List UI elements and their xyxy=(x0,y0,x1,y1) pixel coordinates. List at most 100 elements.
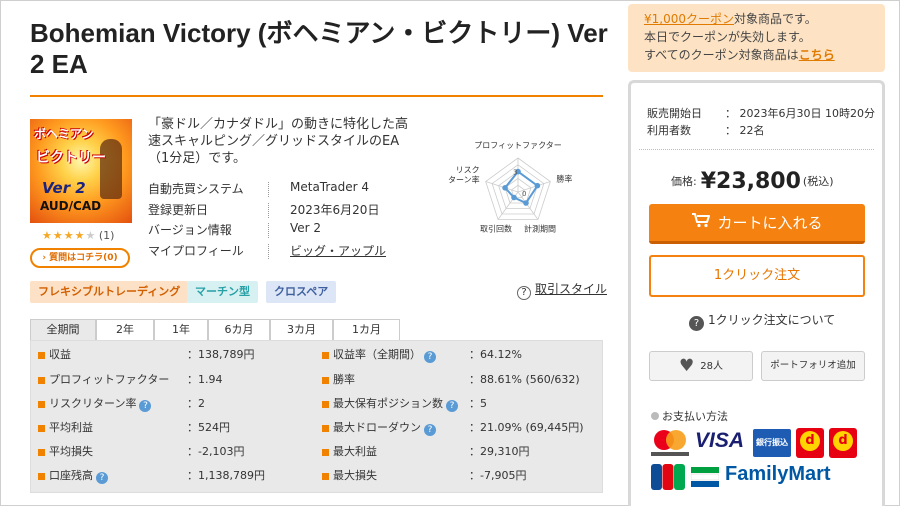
bullet-icon xyxy=(651,412,659,420)
stat-label: 最大損失 xyxy=(333,469,377,482)
stat-value: ：2 xyxy=(187,397,205,410)
stat-value: ：138,789円 xyxy=(187,348,255,361)
users-value: ： 22名 xyxy=(725,124,765,137)
radar-point xyxy=(511,194,517,201)
question-button-label: 質問はコチラ(0) xyxy=(49,253,118,263)
spec-divider xyxy=(268,202,269,218)
visa-icon: VISA xyxy=(695,429,745,452)
tab-2-years[interactable]: 2年 xyxy=(96,319,154,341)
rating[interactable]: ★★★★★ (1) xyxy=(42,229,114,242)
tab-all-period[interactable]: 全期間 xyxy=(30,319,96,341)
chevron-right-icon: › xyxy=(42,253,47,263)
coupon-link[interactable]: ¥1,000クーポン xyxy=(644,12,734,26)
radar-axis-label: ターン率 xyxy=(448,174,480,184)
tab-1-year[interactable]: 1年 xyxy=(154,319,208,341)
spec-label: 登録更新日 xyxy=(148,202,209,217)
coupon-line-1: ¥1,000クーポン対象商品です。 xyxy=(644,12,817,26)
stat-label: 収益 xyxy=(49,348,71,361)
sale-start-value: ： 2023年6月30日 10時20分 xyxy=(725,107,875,120)
tag-flexible-trading[interactable]: フレキシブルトレーディング xyxy=(30,281,189,303)
users-label: 利用者数 xyxy=(647,124,691,137)
trade-style-link[interactable]: ? 取引スタイル xyxy=(517,280,607,300)
coupon-notice: ¥1,000クーポン対象商品です。 本日でクーポンが失効します。 すべてのクーポ… xyxy=(628,4,885,72)
mastercard-icon xyxy=(651,430,689,456)
tag-cross-pair[interactable]: クロスペア xyxy=(266,281,337,303)
bullet-icon xyxy=(322,449,329,456)
product-image-text-2: ビクトリー xyxy=(36,150,106,166)
add-to-cart-label: カートに入れる xyxy=(717,214,823,232)
bullet-icon xyxy=(38,473,45,480)
radar-point xyxy=(523,200,529,206)
stat-label: 最大ドローダウン? xyxy=(333,416,436,440)
question-button[interactable]: › 質問はコチラ(0) xyxy=(30,248,130,268)
help-icon[interactable]: ? xyxy=(424,351,436,363)
stats-table: 収益 ：138,789円 収益率（全期間）? ：64.12% プロフィットファク… xyxy=(30,340,603,493)
favorite-count: 28人 xyxy=(700,361,723,372)
stats-row: 平均損失 ：-2,103円 最大利益 ：29,310円 xyxy=(31,440,604,464)
sale-start-label: 販売開始日 xyxy=(647,107,702,120)
spec-label: バージョン情報 xyxy=(148,223,232,237)
spec-divider xyxy=(268,223,269,238)
stat-value: ：21.09% (69,445円) xyxy=(469,421,584,434)
one-click-order-button[interactable]: 1クリック注文 xyxy=(649,255,865,297)
tab-1-month[interactable]: 1カ月 xyxy=(333,319,400,341)
add-to-cart-button[interactable]: カートに入れる xyxy=(649,204,865,244)
profile-link[interactable]: ビッグ・アップル xyxy=(290,242,386,259)
radar-point xyxy=(534,182,541,189)
d-payment-daily-icon: d xyxy=(829,428,857,458)
stat-value: ：88.61% (560/632) xyxy=(469,373,580,386)
stat-label: プロフィットファクター xyxy=(49,373,170,386)
stat-value: ：-2,103円 xyxy=(187,445,245,458)
stat-label: 口座残高? xyxy=(49,464,108,488)
coupon-line-3: すべてのクーポン対象商品はこちら xyxy=(644,48,835,62)
stat-value: ：64.12% xyxy=(469,348,522,361)
stat-value: ：524円 xyxy=(187,421,230,434)
radar-axis-label: 取引回数 xyxy=(480,224,512,234)
question-icon: ? xyxy=(517,286,531,300)
all-coupons-link[interactable]: こちら xyxy=(799,48,835,62)
stat-value: ：29,310円 xyxy=(469,445,530,458)
title-underline xyxy=(30,95,603,97)
spec-value: MetaTrader 4 xyxy=(290,180,370,194)
radar-axis-label: リスク xyxy=(456,165,480,174)
product-image-text-3: Ver 2 xyxy=(42,179,86,197)
bank-transfer-icon: 銀行振込 xyxy=(753,429,791,457)
stat-label: 勝率 xyxy=(333,373,355,386)
stats-row: 平均利益 ：524円 最大ドローダウン? ：21.09% (69,445円) xyxy=(31,416,604,440)
radar-chart: 0 3 プロフィットファクター勝率計測期間 取引回数 リスクターン率 xyxy=(448,141,572,234)
help-icon[interactable]: ? xyxy=(446,400,458,412)
spec-label: マイプロフィール xyxy=(148,243,244,258)
add-portfolio-button[interactable]: ポートフォリオ追加 xyxy=(761,351,865,381)
spec-divider xyxy=(268,243,269,259)
radar-axis-label: 勝率 xyxy=(556,173,572,183)
price-label: 価格: xyxy=(671,175,697,188)
payment-heading: お支払い方法 xyxy=(651,408,728,424)
radar-axis-label: プロフィットファクター xyxy=(474,141,562,150)
bullet-icon xyxy=(38,449,45,456)
stat-value: ：1,138,789円 xyxy=(187,469,265,482)
tab-6-months[interactable]: 6カ月 xyxy=(208,319,270,341)
radar-tick-label: 0 xyxy=(522,190,526,198)
tag-martingale[interactable]: マーチン型 xyxy=(187,281,258,303)
radar-tick-label: 3 xyxy=(513,169,517,177)
bullet-icon xyxy=(322,425,329,432)
heart-icon: ♥ xyxy=(679,356,695,376)
product-image[interactable]: ボヘミアン ビクトリー Ver 2 AUD/CAD xyxy=(30,119,132,223)
stat-value: ：5 xyxy=(469,397,487,410)
product-image-text-1: ボヘミアン xyxy=(34,127,94,141)
help-icon[interactable]: ? xyxy=(139,400,152,412)
rating-count: (1) xyxy=(98,229,115,242)
favorite-button[interactable]: ♥ 28人 xyxy=(649,351,753,381)
stat-value: ：1.94 xyxy=(187,373,223,386)
one-click-about-link[interactable]: ? 1クリック注文について xyxy=(689,311,835,331)
question-icon: ? xyxy=(689,316,704,331)
help-icon[interactable]: ? xyxy=(96,472,108,484)
bullet-icon xyxy=(38,377,45,384)
trade-style-label: 取引スタイル xyxy=(535,282,608,296)
price-value: ¥23,800 xyxy=(700,169,801,194)
product-image-text-4: AUD/CAD xyxy=(40,199,102,213)
help-icon[interactable]: ? xyxy=(424,424,436,436)
stat-label: 収益率（全期間）? xyxy=(333,343,436,367)
bullet-icon xyxy=(322,401,329,408)
tab-3-months[interactable]: 3カ月 xyxy=(270,319,333,341)
